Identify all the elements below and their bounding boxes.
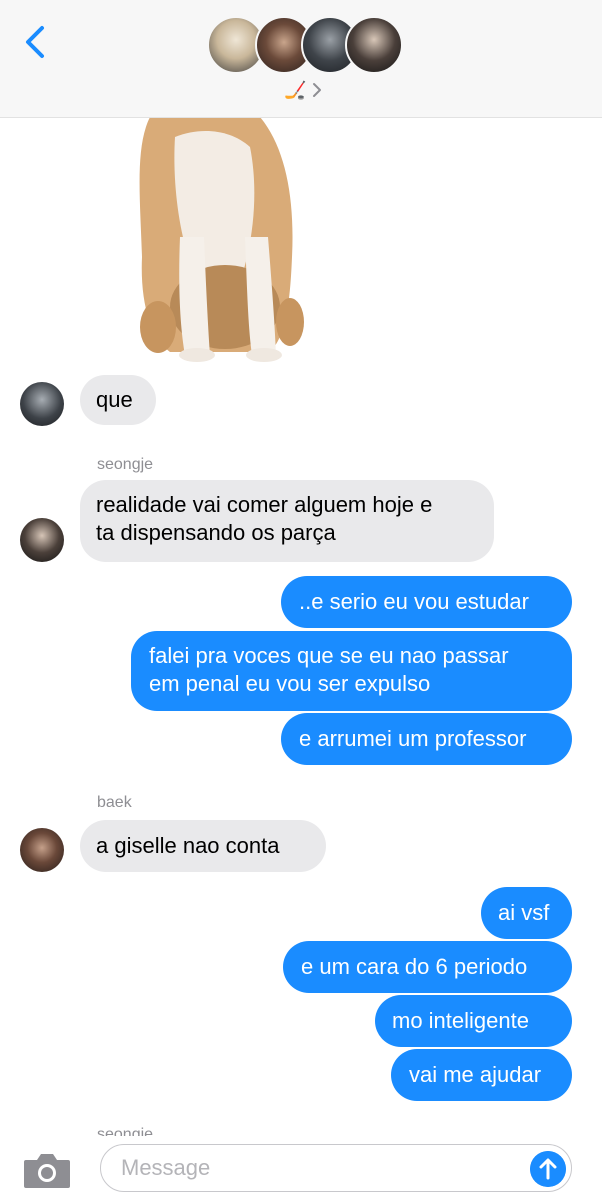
chevron-right-icon[interactable] xyxy=(312,82,322,98)
message-bubble[interactable]: vai me ajudar xyxy=(391,1049,572,1101)
sender-name: baek xyxy=(97,794,132,811)
group-avatars[interactable] xyxy=(207,16,403,76)
avatar[interactable] xyxy=(20,382,64,426)
avatar[interactable] xyxy=(20,518,64,562)
message-input-bar: Message xyxy=(0,1136,602,1200)
message-line: em penal eu vou ser expulso xyxy=(149,671,431,696)
message-input[interactable]: Message xyxy=(100,1144,572,1192)
message-line: realidade vai comer alguem hoje e xyxy=(96,492,433,517)
avatar xyxy=(345,16,403,74)
message-bubble[interactable]: realidade vai comer alguem hoje e ta dis… xyxy=(80,480,494,562)
conversation-header: 🏒 xyxy=(0,0,602,118)
send-arrow-icon[interactable] xyxy=(530,1151,566,1187)
message-bubble[interactable]: ai vsf xyxy=(481,887,572,939)
avatar[interactable] xyxy=(20,828,64,872)
back-chevron-icon[interactable] xyxy=(18,22,52,62)
sender-name: seongje xyxy=(97,456,154,473)
message-line: ta dispensando os parça xyxy=(96,520,336,545)
message-line: falei pra voces que se eu nao passar xyxy=(149,643,509,668)
message-bubble[interactable]: ..e serio eu vou estudar xyxy=(281,576,572,628)
dog-photo[interactable] xyxy=(80,117,450,372)
message-bubble[interactable]: mo inteligente xyxy=(375,995,572,1047)
camera-icon[interactable] xyxy=(22,1150,72,1190)
message-bubble[interactable]: e um cara do 6 periodo xyxy=(283,941,572,993)
message-bubble[interactable]: e arrumei um professor xyxy=(281,713,572,765)
message-bubble[interactable]: que xyxy=(80,375,156,425)
message-bubble[interactable]: falei pra voces que se eu nao passar em … xyxy=(131,631,572,711)
hockey-stick-icon[interactable]: 🏒 xyxy=(284,80,306,101)
message-bubble[interactable]: a giselle nao conta xyxy=(80,820,326,872)
sender-name: seongje xyxy=(97,1126,154,1136)
